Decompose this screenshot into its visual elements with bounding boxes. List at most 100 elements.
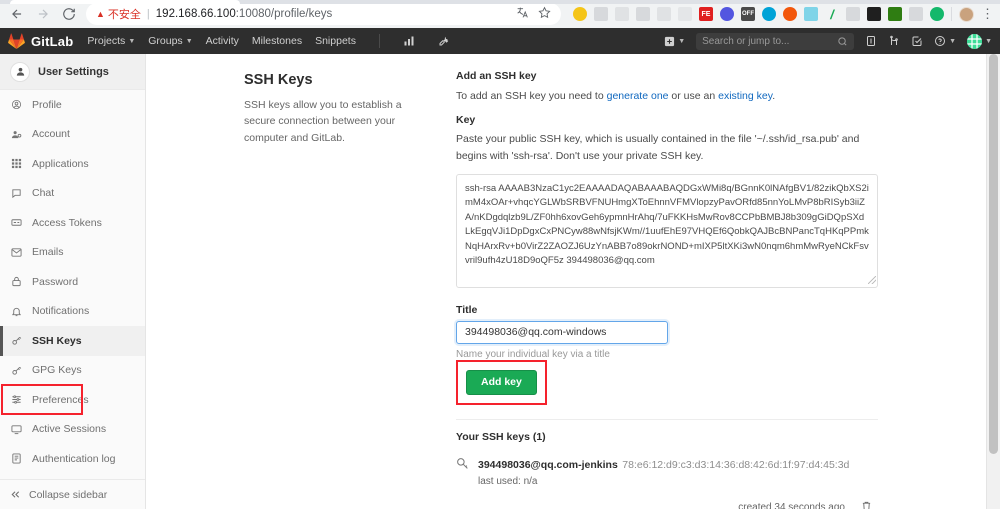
sidebar-item-label: GPG Keys [32, 364, 82, 377]
nav-item-snippets[interactable]: Snippets [315, 35, 356, 47]
extension-pdf-icon[interactable] [636, 7, 650, 21]
extension-download-icon[interactable] [888, 7, 902, 21]
extension-off-icon[interactable]: OFF [741, 7, 755, 21]
emails-icon [10, 247, 23, 258]
page-scrollbar[interactable] [986, 54, 1000, 509]
ssh-keys-icon [10, 335, 23, 346]
divider [456, 418, 878, 420]
search-input[interactable]: Search or jump to... [696, 32, 855, 50]
existing-key-link[interactable]: existing key [718, 90, 772, 102]
extension-orange-icon[interactable] [783, 7, 797, 21]
bookmark-star-icon[interactable] [538, 6, 551, 22]
textarea-resize-handle[interactable] [868, 275, 876, 284]
merge-requests-icon[interactable] [888, 35, 900, 47]
extension-fe-icon[interactable]: FE [699, 7, 713, 21]
gpg-keys-icon [10, 365, 23, 376]
extension-snowflake-icon[interactable] [804, 7, 818, 21]
your-ssh-keys-heading: Your SSH keys (1) [456, 430, 546, 443]
chevron-down-icon: ▼ [185, 37, 193, 45]
nav-item-milestones[interactable]: Milestones [252, 35, 302, 47]
sidebar-item-ssh-keys[interactable]: SSH Keys [0, 326, 145, 356]
user-settings-sidebar: User Settings Profile Account Applicatio… [0, 54, 146, 509]
chrome-profile-avatar[interactable] [959, 6, 974, 22]
issues-icon[interactable] [865, 35, 877, 47]
extension-video-icon[interactable] [909, 7, 923, 21]
page-scrollbar-thumb[interactable] [989, 54, 998, 454]
reload-button[interactable] [56, 1, 82, 27]
nav-divider [378, 34, 380, 48]
sidebar-header[interactable]: User Settings [0, 54, 145, 90]
collapse-sidebar-button[interactable]: Collapse sidebar [0, 479, 145, 509]
add-key-button[interactable]: Add key [466, 369, 537, 395]
page-body: User Settings Profile Account Applicatio… [0, 54, 1000, 509]
generate-one-link[interactable]: generate one [607, 90, 669, 102]
annotation-box-add-key: Add key [456, 359, 547, 405]
translate-icon[interactable] [516, 6, 529, 22]
sidebar-item-account[interactable]: Account [0, 120, 145, 150]
extension-shield-icon[interactable] [846, 7, 860, 21]
sidebar-item-label: Applications [32, 157, 89, 170]
gitlab-nav-items: Projects ▼ Groups ▼ Activity Milestones … [87, 34, 450, 48]
sidebar-item-label: SSH Keys [32, 334, 82, 347]
extension-analytics-icon[interactable] [615, 7, 629, 21]
extension-mail-icon[interactable] [657, 7, 671, 21]
title-input[interactable]: 394498036@qq.com-windows [456, 320, 668, 344]
back-button[interactable] [4, 1, 30, 27]
key-icon [456, 455, 469, 475]
sidebar-header-label: User Settings [38, 65, 109, 78]
list-item[interactable]: 394498036@qq.com-jenkins 78:e6:12:d9:c3:… [456, 455, 878, 487]
extension-dark-icon[interactable] [867, 7, 881, 21]
sidebar-item-access-tokens[interactable]: Access Tokens [0, 208, 145, 238]
sidebar-item-emails[interactable]: Emails [0, 238, 145, 268]
user-menu-button[interactable]: ▼ [967, 33, 992, 49]
sidebar-item-notifications[interactable]: Notifications [0, 297, 145, 327]
sidebar-item-active-sessions[interactable]: Active Sessions [0, 415, 145, 445]
chrome-menu-icon[interactable]: ⋮ [981, 7, 994, 20]
sidebar-item-authentication-log[interactable]: Authentication log [0, 444, 145, 474]
help-button[interactable]: ▼ [934, 35, 956, 47]
extension-grammar-icon[interactable] [762, 7, 776, 21]
forward-button[interactable] [30, 1, 56, 27]
sidebar-item-applications[interactable]: Applications [0, 149, 145, 179]
collapse-sidebar-label: Collapse sidebar [29, 488, 108, 501]
sidebar-item-label: Emails [32, 246, 64, 259]
url-text: 192.168.66.100:10080/profile/keys [155, 8, 333, 20]
nav-item-projects[interactable]: Projects ▼ [87, 35, 135, 47]
gitlab-home-link[interactable]: GitLab [8, 33, 73, 49]
omnibox-divider: | [146, 8, 150, 20]
extension-sync-icon[interactable] [678, 7, 692, 21]
key-title: 394498036@qq.com-jenkins [478, 458, 618, 471]
title-hint: Name your individual key via a title [456, 348, 610, 360]
sidebar-item-label: Authentication log [32, 452, 116, 465]
active-sessions-icon [10, 424, 23, 435]
sidebar-item-label: Notifications [32, 305, 90, 318]
extension-screenshot-icon[interactable] [594, 7, 608, 21]
sidebar-item-gpg-keys[interactable]: GPG Keys [0, 356, 145, 386]
todos-icon[interactable] [911, 35, 923, 47]
sidebar-item-label: Access Tokens [32, 216, 102, 229]
browser-toolbar: ▲ 不安全 | 192.168.66.100:10080/profile/key… [0, 0, 1000, 28]
wrench-icon[interactable] [438, 35, 450, 47]
extension-whatsapp-icon[interactable] [930, 7, 944, 21]
browser-tab[interactable] [10, 0, 240, 4]
chevron-down-icon: ▼ [678, 37, 686, 45]
extension-slash-icon[interactable]: / [825, 7, 839, 21]
address-bar[interactable]: ▲ 不安全 | 192.168.66.100:10080/profile/key… [86, 3, 561, 25]
sidebar-item-chat[interactable]: Chat [0, 179, 145, 209]
chevron-down-icon: ▼ [949, 37, 957, 45]
account-icon [10, 129, 23, 140]
extension-adblock-icon[interactable] [573, 7, 587, 21]
chevron-double-left-icon [11, 491, 20, 498]
sidebar-item-password[interactable]: Password [0, 267, 145, 297]
sidebar-item-profile[interactable]: Profile [0, 90, 145, 120]
sidebar-item-preferences[interactable]: Preferences [0, 385, 145, 415]
analytics-icon[interactable] [403, 35, 415, 47]
key-description: Paste your public SSH key, which is usua… [456, 133, 860, 162]
delete-key-button[interactable] [861, 499, 872, 509]
nav-item-groups[interactable]: Groups ▼ [148, 35, 192, 47]
ssh-key-textarea[interactable]: ssh-rsa AAAAB3NzaC1yc2EAAAADAQABAAABAQDG… [456, 173, 878, 288]
key-meta-row: created 34 seconds ago [456, 499, 878, 509]
nav-item-activity[interactable]: Activity [206, 35, 239, 47]
new-item-button[interactable]: ▼ [664, 36, 685, 47]
extension-bitwarden-icon[interactable] [720, 7, 734, 21]
